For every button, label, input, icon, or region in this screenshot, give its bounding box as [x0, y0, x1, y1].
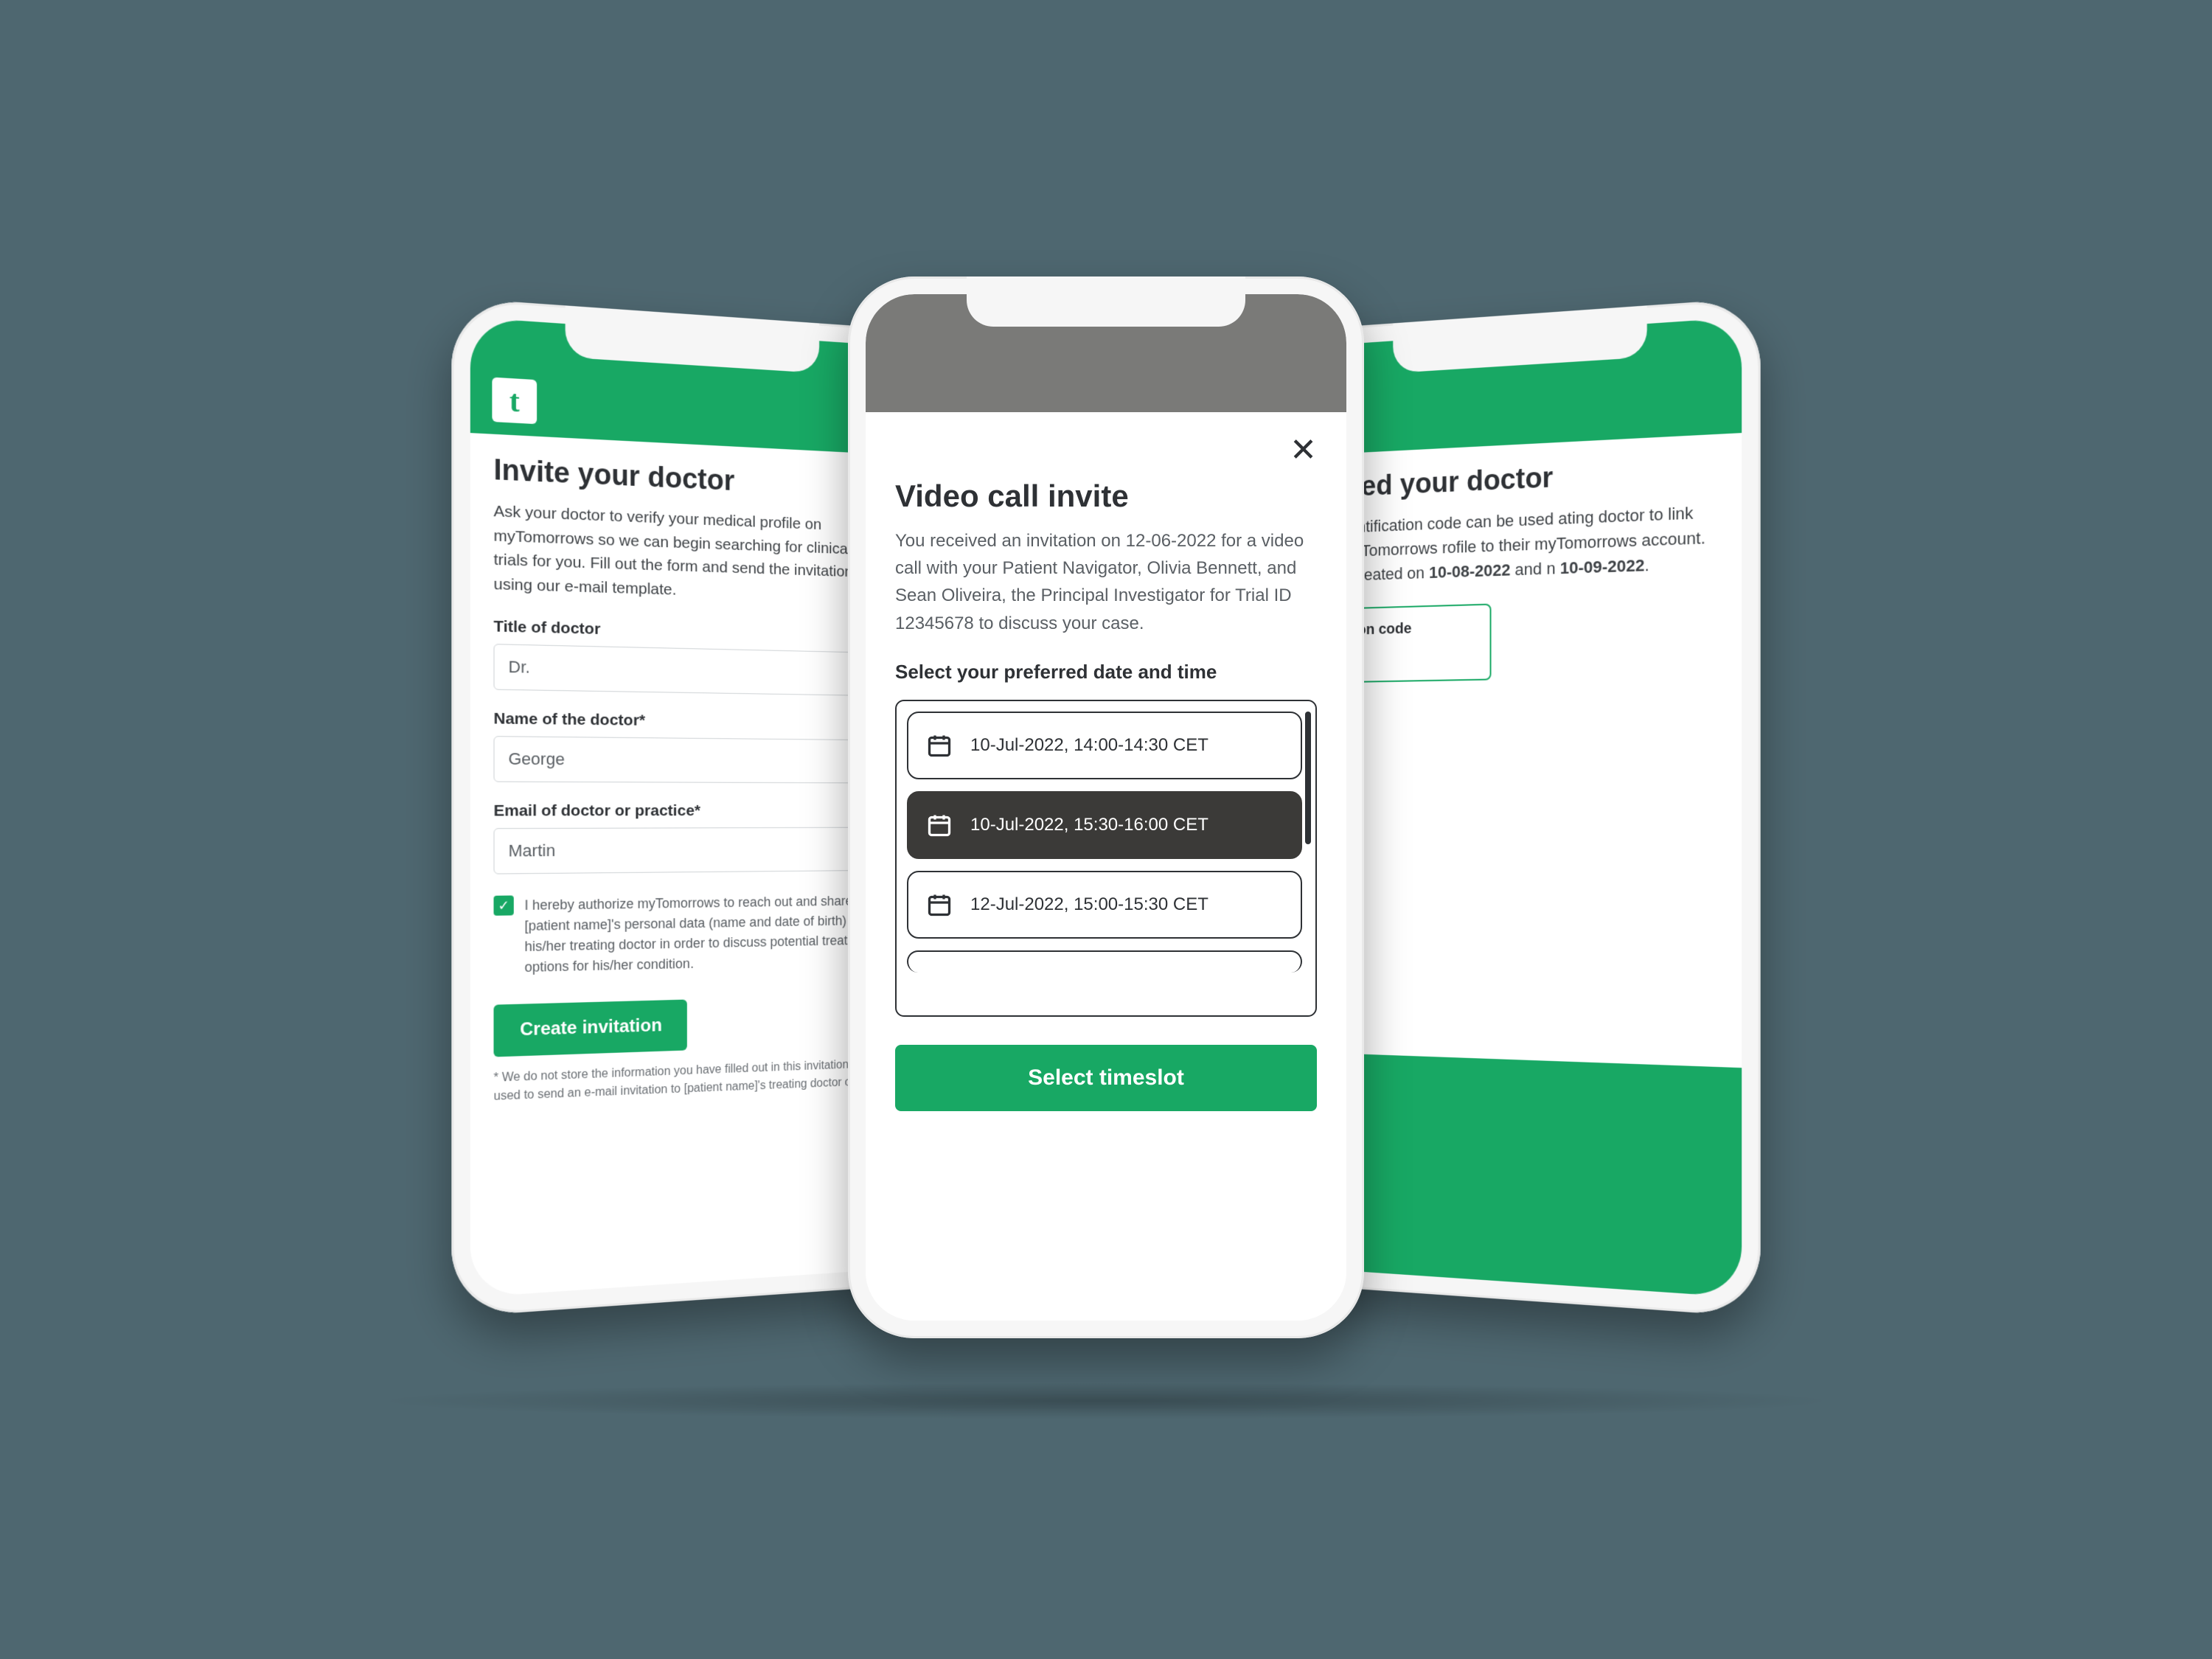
timeslot-label: Select your preferred date and time [895, 661, 1317, 684]
calendar-icon [926, 891, 953, 918]
input-doctor-email[interactable] [493, 827, 884, 874]
calendar-icon [926, 732, 953, 759]
fineprint: * We do not store the information you ha… [493, 1055, 884, 1106]
footer-link[interactable]: ows [1307, 1085, 1742, 1123]
scrollbar[interactable] [1305, 712, 1311, 844]
logo-icon: t [492, 378, 537, 425]
footer: ows atement atement [1307, 1052, 1742, 1298]
timeslot-option[interactable]: 12-Jul-2022, 15:00-15:30 CET [907, 871, 1302, 939]
intro-text: que identification code can be used atin… [1307, 499, 1718, 588]
close-icon[interactable]: ✕ [1290, 434, 1317, 467]
page-title: Invite your doctor [493, 454, 884, 504]
timeslot-list[interactable]: 10-Jul-2022, 14:00-14:30 CET 10-Jul-2022… [895, 700, 1317, 1017]
bottom-sheet: ✕ Video call invite You received an invi… [866, 412, 1346, 1321]
input-doctor-name[interactable] [493, 736, 884, 783]
sheet-intro: You received an invitation on 12-06-2022… [895, 527, 1317, 637]
label-doctor-email: Email of doctor or practice* [493, 802, 884, 821]
create-invitation-button[interactable]: Create invitation [493, 1000, 686, 1057]
page-title: invited your doctor [1307, 454, 1718, 505]
label-doctor-name: Name of the doctor* [493, 710, 884, 733]
consent-text: I hereby authorize myTomorrows to reach … [524, 891, 884, 978]
calendar-icon [926, 812, 953, 838]
phone-video-call-invite: ✕ Video call invite You received an invi… [848, 276, 1364, 1338]
consent-checkbox[interactable]: ✓ [493, 895, 513, 915]
footer-link[interactable]: atement [1307, 1132, 1742, 1172]
footer-link[interactable]: atement [1307, 1178, 1742, 1222]
input-doctor-title[interactable] [493, 644, 884, 696]
timeslot-option-peek[interactable] [907, 950, 1302, 973]
timeslot-option-selected[interactable]: 10-Jul-2022, 15:30-16:00 CET [907, 791, 1302, 859]
timeslot-option[interactable]: 10-Jul-2022, 14:00-14:30 CET [907, 712, 1302, 779]
sheet-title: Video call invite [895, 479, 1317, 514]
label-doctor-title: Title of doctor [493, 618, 884, 646]
intro-text: Ask your doctor to verify your medical p… [493, 499, 884, 608]
select-timeslot-button[interactable]: Select timeslot [895, 1045, 1317, 1111]
